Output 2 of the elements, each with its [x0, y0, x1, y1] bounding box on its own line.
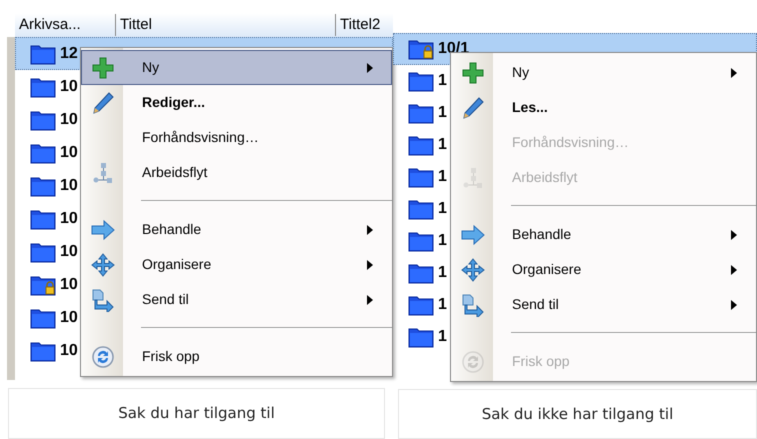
- caption: Sak du ikke har tilgang til: [482, 404, 674, 425]
- caption: Sak du har tilgang til: [118, 403, 275, 424]
